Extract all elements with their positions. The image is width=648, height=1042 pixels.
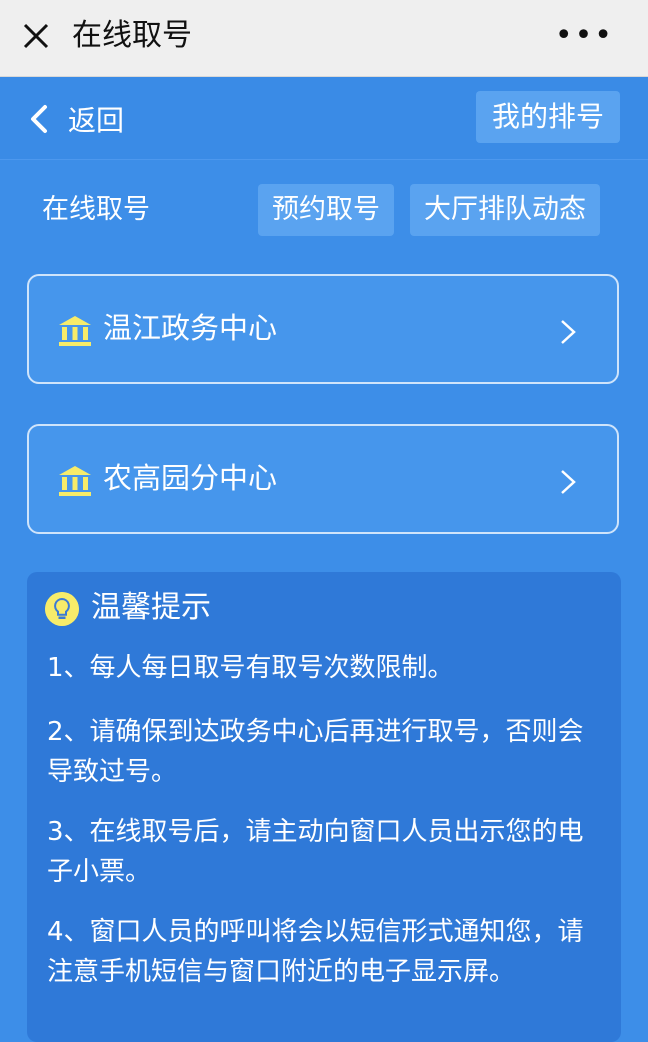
tips-panel: 温馨提示 1、每人每日取号有取号次数限制。 2、请确保到达政务中心后再进行取号，… [27, 572, 621, 1042]
tab-online-queue[interactable]: 在线取号 [42, 192, 150, 228]
lightbulb-icon [45, 592, 79, 626]
government-building-icon [59, 316, 91, 346]
tip-item: 2、请确保到达政务中心后再进行取号，否则会导致过号。 [47, 717, 584, 787]
back-label: 返回 [68, 104, 125, 137]
tip-item: 3、在线取号后，请主动向窗口人员出示您的电子小票。 [47, 817, 584, 887]
chevron-left-icon [31, 105, 47, 133]
tab-hall-queue-status[interactable]: 大厅排队动态 [410, 184, 600, 236]
my-queue-button[interactable]: 我的排号 [475, 91, 620, 143]
tab-appointment[interactable]: 预约取号 [258, 184, 394, 236]
tip-item: 4、窗口人员的呼叫将会以短信形式通知您，请注意手机短信与窗口附近的电子显示屏。 [47, 917, 584, 987]
chevron-right-icon [561, 470, 576, 494]
center-card-wenjiang[interactable]: 温江政务中心 [27, 274, 619, 384]
center-name: 农高园分中心 [103, 461, 278, 495]
chevron-right-icon [561, 320, 576, 344]
center-card-nonggaoyuan[interactable]: 农高园分中心 [27, 424, 619, 534]
title-bar: 在线取号 ••• [0, 0, 648, 77]
tips-title: 温馨提示 [91, 590, 211, 625]
center-name: 温江政务中心 [103, 311, 278, 345]
back-button[interactable]: 返回 [28, 101, 124, 137]
tab-row: 在线取号 预约取号 大厅排队动态 [0, 180, 648, 240]
window-title: 在线取号 [72, 18, 192, 53]
close-icon[interactable] [22, 22, 50, 50]
government-building-icon [59, 466, 91, 496]
more-menu-icon[interactable]: ••• [555, 21, 614, 51]
tip-item: 1、每人每日取号有取号次数限制。 [47, 653, 454, 683]
nav-bar: 返回 我的排号 [0, 77, 648, 160]
